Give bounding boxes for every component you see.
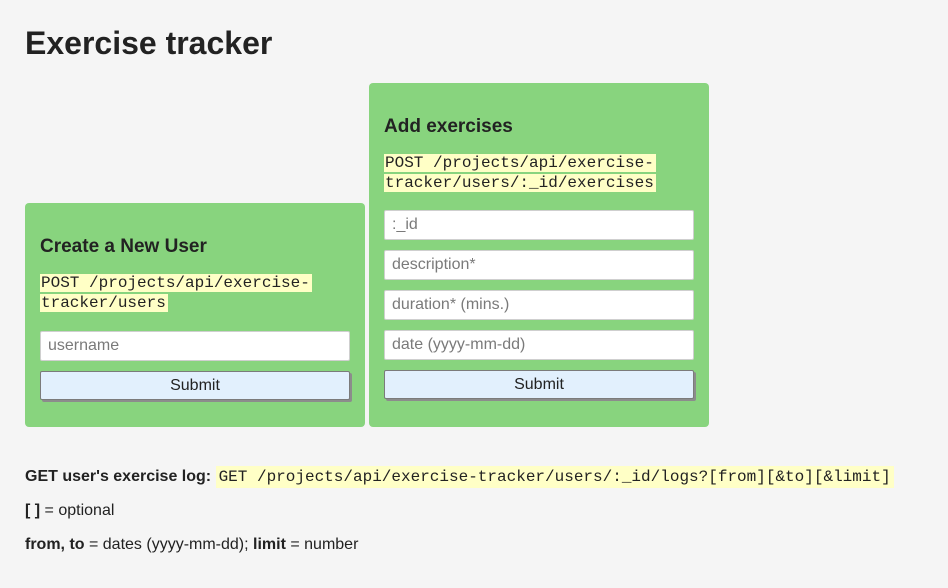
optional-text: = optional — [40, 502, 115, 519]
username-input[interactable] — [40, 331, 350, 361]
optional-note: [ ] = optional — [25, 501, 114, 521]
params-number-text: = number — [285, 536, 359, 553]
date-input[interactable] — [384, 330, 694, 360]
user-id-input[interactable] — [384, 210, 694, 240]
create-user-endpoint-code: POST /projects/api/exercise-tracker/user… — [40, 274, 312, 312]
log-endpoint-info: GET user's exercise log: GET /projects/a… — [25, 466, 894, 488]
params-from-to: from, to — [25, 536, 85, 553]
create-user-form: Create a New User POST /projects/api/exe… — [25, 203, 365, 427]
add-exercise-endpoint: POST /projects/api/exercise-tracker/user… — [384, 153, 656, 193]
log-endpoint-code: GET /projects/api/exercise-tracker/users… — [215, 466, 894, 488]
params-note: from, to = dates (yyyy-mm-dd); limit = n… — [25, 535, 358, 555]
create-user-endpoint: POST /projects/api/exercise-tracker/user… — [40, 273, 312, 313]
add-exercise-submit-button[interactable]: Submit — [384, 370, 694, 399]
description-input[interactable] — [384, 250, 694, 280]
add-exercise-form: Add exercises POST /projects/api/exercis… — [369, 83, 709, 427]
page-title: Exercise tracker — [25, 25, 273, 61]
log-endpoint-label: GET user's exercise log: — [25, 468, 212, 485]
params-dates-text: = dates (yyyy-mm-dd); — [84, 536, 254, 553]
params-limit: limit — [253, 536, 286, 553]
add-exercise-endpoint-code: POST /projects/api/exercise-tracker/user… — [384, 154, 656, 192]
create-user-heading: Create a New User — [40, 236, 207, 257]
create-user-submit-button[interactable]: Submit — [40, 371, 350, 400]
optional-symbol: [ ] — [25, 502, 41, 519]
duration-input[interactable] — [384, 290, 694, 320]
add-exercise-heading: Add exercises — [384, 116, 513, 137]
